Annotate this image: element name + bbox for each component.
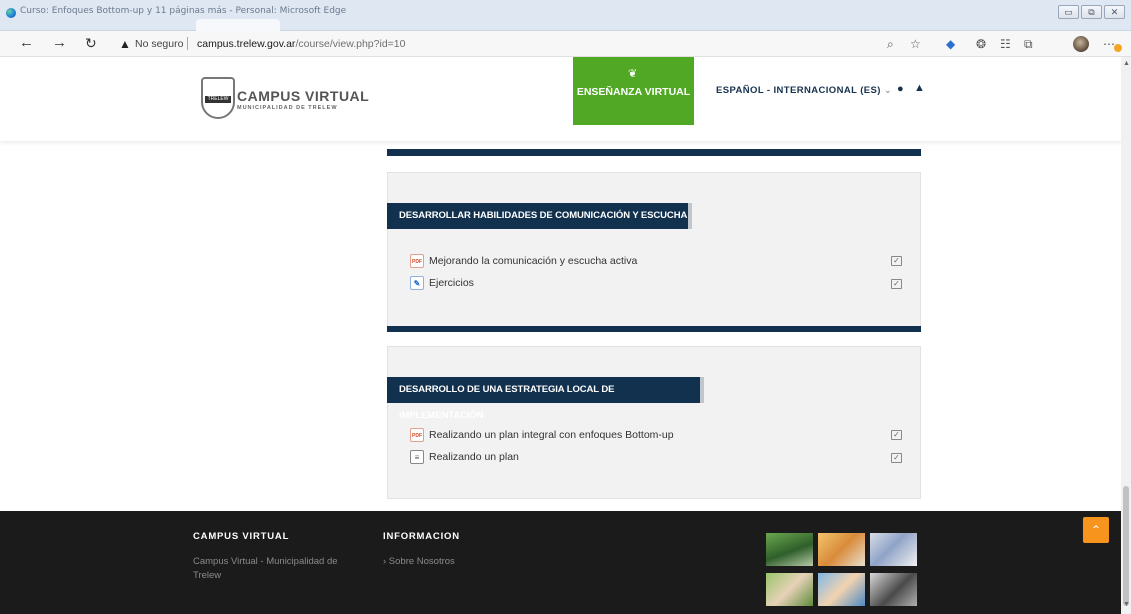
- warning-icon[interactable]: ▲: [119, 37, 131, 51]
- favorites-list-icon[interactable]: ☷: [1000, 37, 1011, 51]
- shield-badge: TRELEW: [205, 96, 231, 103]
- logo-title[interactable]: CAMPUS VIRTUAL: [237, 88, 369, 104]
- activity-item[interactable]: PDF Mejorando la comunicación y escucha …: [410, 253, 637, 269]
- completion-checkbox[interactable]: ✓: [891, 430, 902, 440]
- footer-title-campus: CAMPUS VIRTUAL: [193, 531, 290, 542]
- bell-icon[interactable]: ▲: [914, 82, 925, 94]
- pdf-icon: PDF: [410, 428, 424, 442]
- sobre-nosotros-link[interactable]: › Sobre Nosotros: [383, 555, 455, 569]
- trelew-shield-icon[interactable]: TRELEW: [201, 77, 235, 119]
- previous-section-bar: [387, 149, 921, 156]
- gallery-thumbnail[interactable]: [818, 533, 865, 566]
- activity-link[interactable]: Ejercicios: [429, 277, 474, 289]
- gallery-thumbnail[interactable]: [870, 533, 917, 566]
- minimize-button[interactable]: ▭: [1058, 5, 1079, 19]
- activity-link[interactable]: Realizando un plan integral con enfoques…: [429, 429, 674, 441]
- course-section: DESARROLLAR HABILIDADES DE COMUNICACIÓN …: [387, 172, 921, 332]
- active-tab[interactable]: [196, 19, 280, 31]
- footer-title-informacion: INFORMACION: [383, 531, 460, 542]
- leaf-icon: ❦: [628, 68, 638, 80]
- gallery-thumbnail[interactable]: [818, 573, 865, 606]
- scroll-up-icon[interactable]: ▲: [1123, 60, 1130, 67]
- collections-icon[interactable]: ⧉: [1024, 37, 1033, 52]
- activity-item[interactable]: PDF Realizando un plan integral con enfo…: [410, 427, 674, 443]
- pdf-icon: PDF: [410, 254, 424, 268]
- logo-subtitle: MUNICIPALIDAD DE TRELEW: [237, 105, 338, 111]
- section-title: DESARROLLO DE UNA ESTRATEGIA LOCAL DE IM…: [387, 377, 704, 421]
- extension-icon[interactable]: ◆: [946, 37, 955, 51]
- completion-checkbox[interactable]: ✓: [891, 256, 902, 266]
- url-host: campus.trelew.gov.ar: [197, 38, 296, 50]
- profile-avatar[interactable]: [1073, 36, 1089, 52]
- notification-dot-icon: [1114, 44, 1122, 52]
- back-to-top-button[interactable]: ⌃: [1083, 517, 1109, 543]
- ensenanza-virtual-label: ENSEÑANZA VIRTUAL: [576, 86, 691, 98]
- activity-item[interactable]: ≡ Realizando un plan: [410, 449, 519, 465]
- activity-item[interactable]: ✎ Ejercicios: [410, 275, 474, 291]
- completion-checkbox[interactable]: ✓: [891, 453, 902, 463]
- ensenanza-virtual-button[interactable]: ❦ ENSEÑANZA VIRTUAL: [573, 57, 694, 125]
- scroll-down-icon[interactable]: ▼: [1123, 601, 1130, 608]
- edge-logo-icon: [6, 8, 16, 18]
- section-bottom-bar: [387, 326, 921, 332]
- refresh-icon[interactable]: ↻: [85, 35, 97, 51]
- gallery-thumbnail[interactable]: [766, 533, 813, 566]
- browser-titlebar: Curso: Enfoques Bottom-up y 11 páginas m…: [0, 0, 1131, 31]
- window-controls: ▭ ⧉ ✕: [1058, 5, 1125, 19]
- activity-link[interactable]: Realizando un plan: [429, 451, 519, 463]
- page-scrollbar[interactable]: ▲ ▼: [1121, 57, 1131, 614]
- gallery-thumbnail[interactable]: [766, 573, 813, 606]
- language-selector[interactable]: ESPAÑOL - INTERNACIONAL (ES) ⌄: [716, 85, 892, 96]
- language-label: ESPAÑOL - INTERNACIONAL (ES): [716, 85, 881, 96]
- page-icon: ≡: [410, 450, 424, 464]
- address-bar: ← → ↻ ▲ No seguro campus.trelew.gov.ar/c…: [0, 31, 1131, 57]
- course-section: DESARROLLO DE UNA ESTRATEGIA LOCAL DE IM…: [387, 346, 921, 499]
- back-arrow-icon[interactable]: ←: [19, 35, 34, 51]
- restore-button[interactable]: ⧉: [1081, 5, 1102, 19]
- favorite-star-icon[interactable]: ☆: [910, 37, 921, 51]
- puzzle-icon[interactable]: ❂: [976, 37, 986, 51]
- page-viewport: TRELEW CAMPUS VIRTUAL MUNICIPALIDAD DE T…: [0, 57, 1121, 614]
- window-title: Curso: Enfoques Bottom-up y 11 páginas m…: [20, 6, 347, 16]
- url-input[interactable]: campus.trelew.gov.ar/course/view.php?id=…: [197, 38, 405, 50]
- scrollbar-thumb[interactable]: [1123, 486, 1129, 606]
- url-separator: [187, 37, 188, 50]
- site-footer: CAMPUS VIRTUAL Campus Virtual - Municipa…: [0, 511, 1121, 614]
- zoom-icon[interactable]: ⌕: [887, 37, 894, 52]
- site-header: TRELEW CAMPUS VIRTUAL MUNICIPALIDAD DE T…: [0, 57, 1121, 141]
- completion-checkbox[interactable]: ✓: [891, 279, 902, 289]
- url-path: /course/view.php?id=10: [295, 38, 406, 50]
- activity-link[interactable]: Mejorando la comunicación y escucha acti…: [429, 255, 637, 267]
- section-title: DESARROLLAR HABILIDADES DE COMUNICACIÓN …: [387, 203, 692, 229]
- gallery-thumbnail[interactable]: [870, 573, 917, 606]
- footer-campus-text: Campus Virtual - Municipalidad de Trelew: [193, 556, 338, 581]
- insecure-label[interactable]: No seguro: [135, 38, 183, 50]
- quiz-icon: ✎: [410, 276, 424, 290]
- close-button[interactable]: ✕: [1104, 5, 1125, 19]
- forward-arrow-icon[interactable]: →: [52, 35, 67, 51]
- chevron-down-icon: ⌄: [883, 85, 893, 96]
- message-icon[interactable]: ●: [897, 83, 904, 95]
